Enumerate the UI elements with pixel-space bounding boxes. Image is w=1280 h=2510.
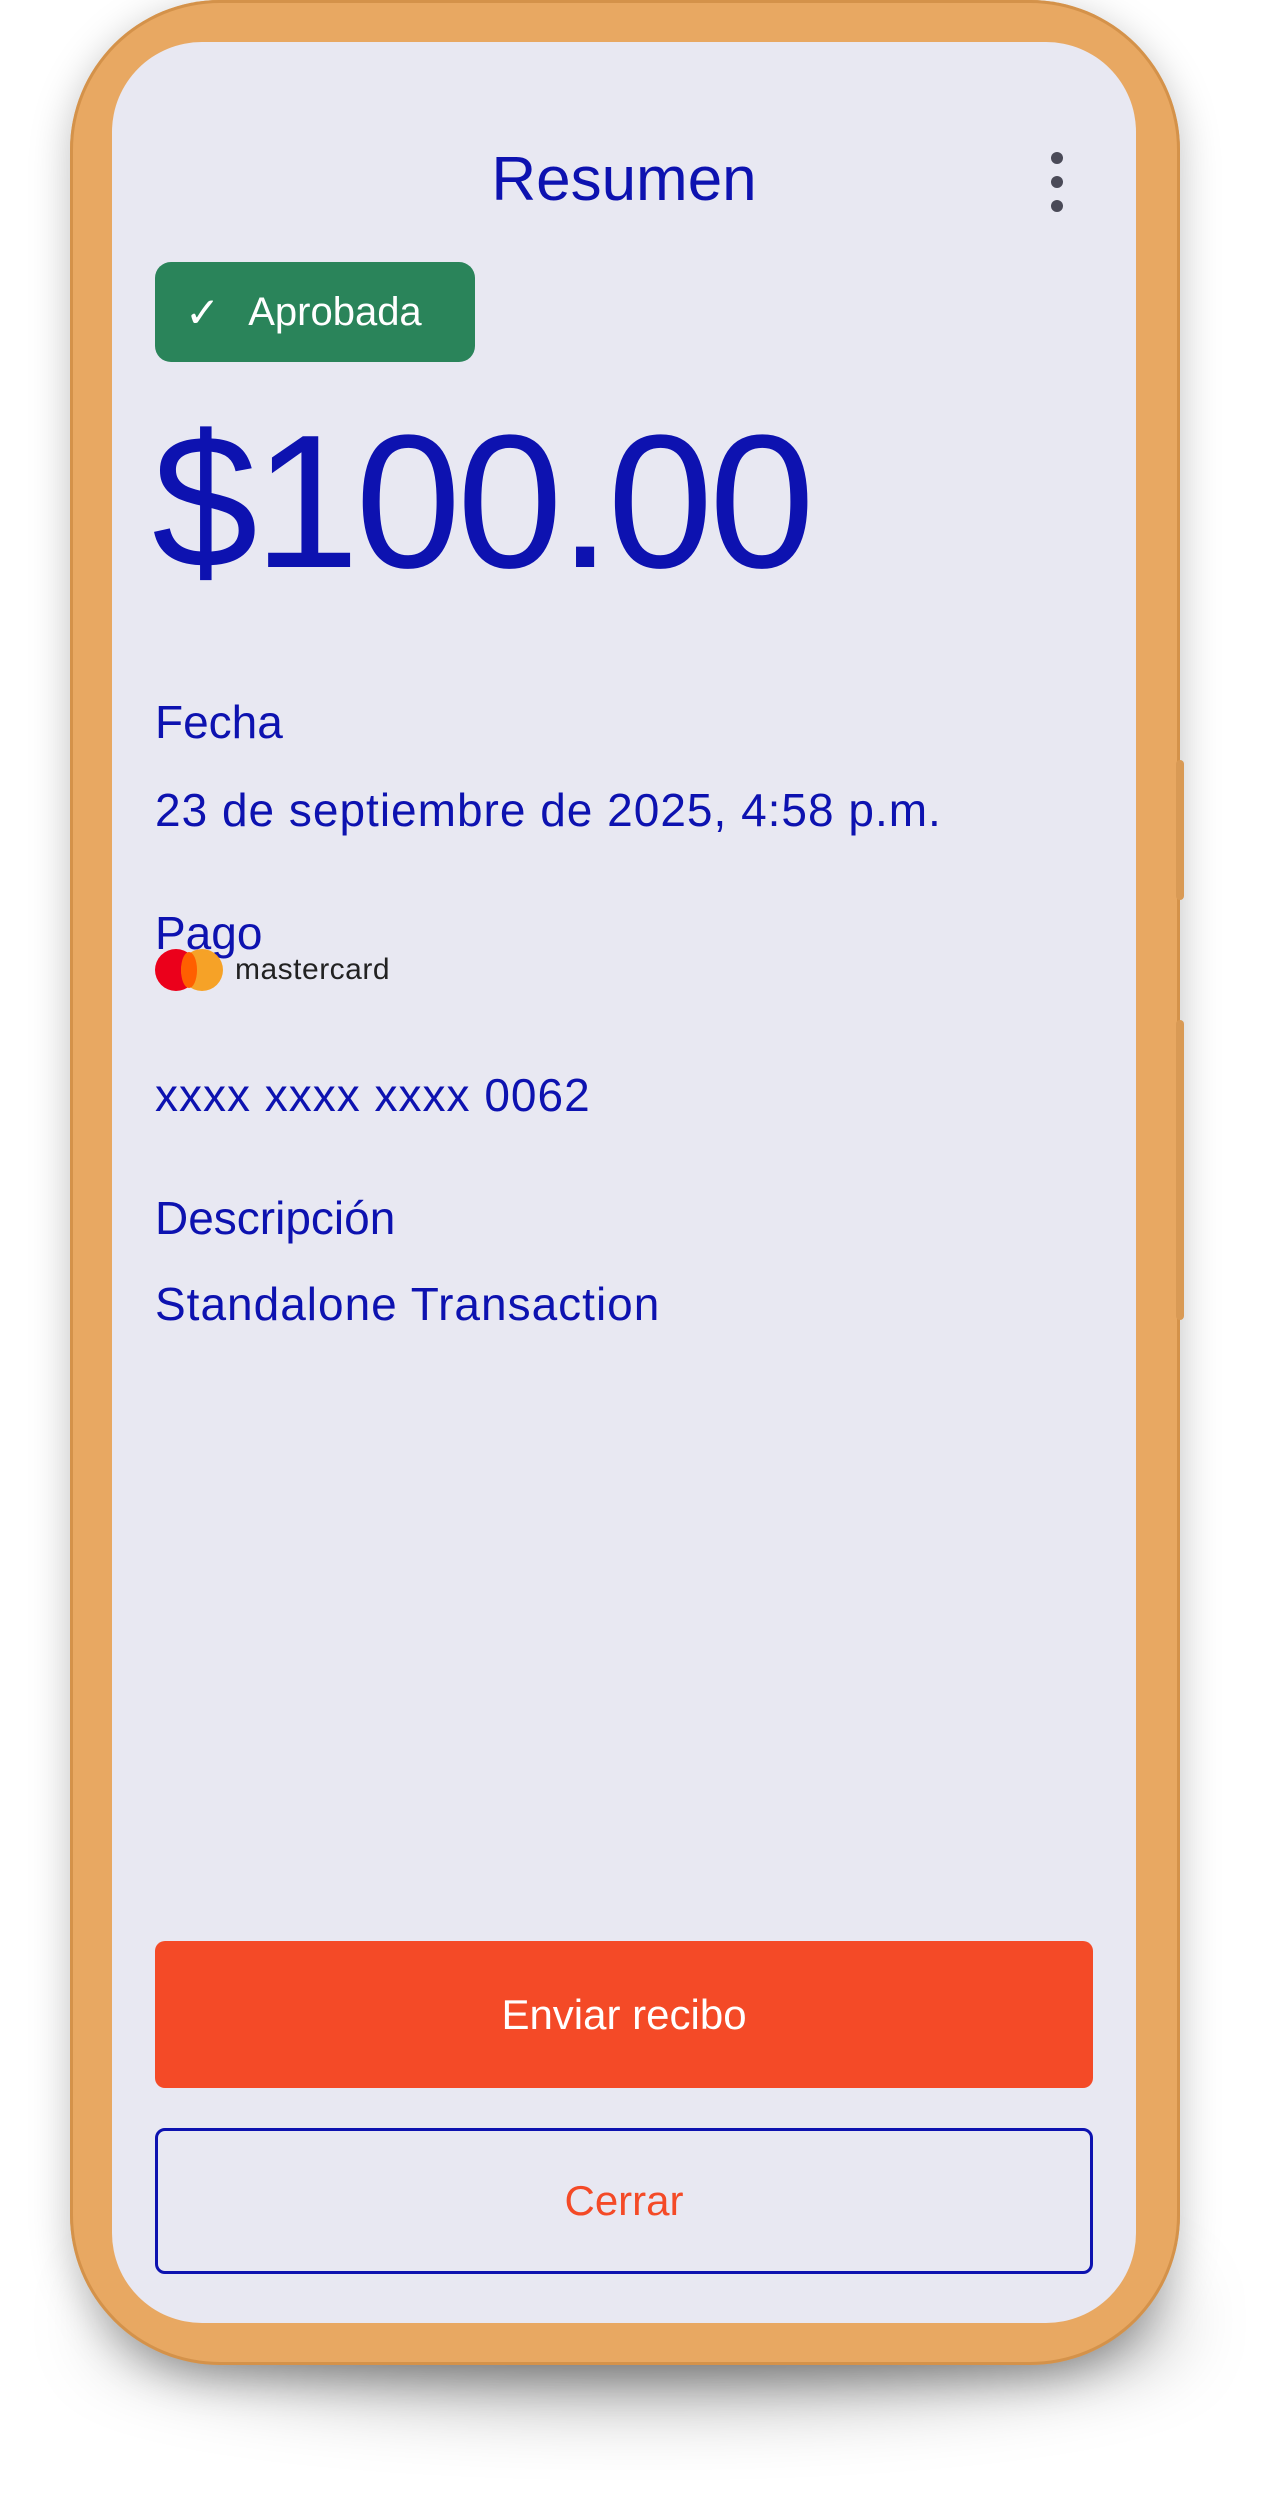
summary-screen: Resumen ✓ Aprobada $100.00 Fecha 23 de s… [112, 42, 1136, 2323]
status-label: Aprobada [248, 289, 422, 334]
status-badge: ✓ Aprobada [155, 262, 475, 362]
power-button [1176, 1020, 1184, 1320]
mastercard-overlap-icon [181, 952, 197, 988]
date-value: 23 de septiembre de 2025, 4:58 p.m. [155, 784, 942, 836]
volume-button [1176, 760, 1184, 900]
card-brand: mastercard [235, 953, 391, 986]
description-value: Standalone Transaction [155, 1278, 661, 1330]
close-button[interactable]: Cerrar [155, 2128, 1093, 2274]
date-label: Fecha [155, 696, 283, 748]
card-number: xxxx xxxx xxxx 0062 [155, 1069, 591, 1121]
page-title: Resumen [491, 145, 757, 214]
check-icon: ✓ [185, 288, 221, 336]
description-label: Descripción [155, 1192, 396, 1244]
send-receipt-button[interactable]: Enviar recibo [155, 1941, 1093, 2088]
more-vert-icon[interactable] [1042, 152, 1072, 212]
mastercard-logo: mastercard [155, 948, 390, 992]
amount: $100.00 [152, 396, 815, 608]
